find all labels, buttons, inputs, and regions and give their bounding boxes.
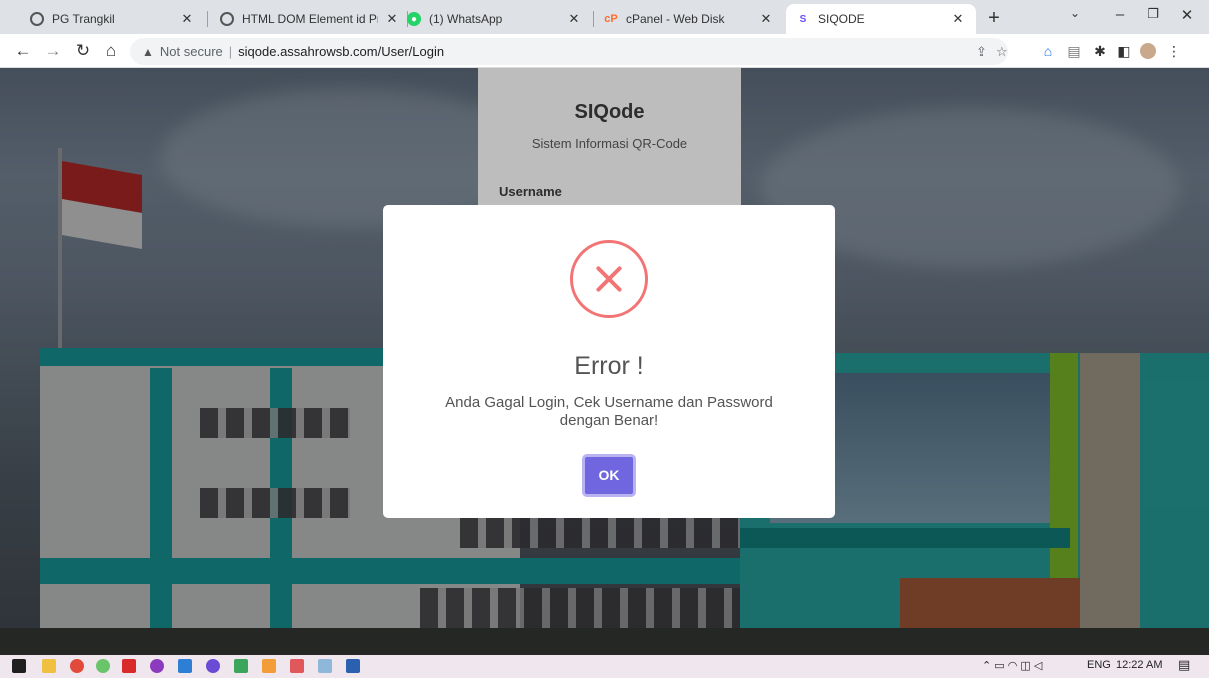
warning-icon: ▲ (142, 44, 154, 59)
taskbar: ⌃ ▭ ◠ ◫ ◁ ENG 12:22 AM ▤ (0, 655, 1209, 678)
login-card: SIQode Sistem Informasi QR-Code Username (478, 68, 741, 218)
app-icon[interactable] (150, 659, 164, 673)
back-button[interactable]: ← (12, 41, 34, 61)
tab-label: HTML DOM Element id Prop (242, 12, 378, 26)
tab-label: SIQODE (818, 12, 865, 26)
menu-icon[interactable]: ⋮ (1166, 43, 1182, 59)
close-icon[interactable]: ✕ (566, 11, 582, 27)
page-content: SIQode Sistem Informasi QR-Code Username… (0, 68, 1209, 655)
divider: | (228, 44, 233, 59)
close-icon[interactable]: ✕ (758, 11, 774, 27)
bookmark-star-icon[interactable]: ☆ (996, 44, 1008, 60)
error-dialog: Error ! Anda Gagal Login, Cek Username d… (383, 205, 835, 518)
browser-toolbar: ← → ↻ ⌂ ▲ Not secure | siqode.assahrowsb… (0, 34, 1209, 68)
dialog-message: Anda Gagal Login, Cek Username dan Passw… (445, 394, 773, 429)
system-tray-icons[interactable]: ⌃ ▭ ◠ ◫ ◁ (982, 659, 1042, 672)
tab-strip: PG Trangkil ✕ HTML DOM Element id Prop ✕… (0, 0, 1209, 34)
home-button[interactable]: ⌂ (100, 41, 122, 61)
tab-cpanel[interactable]: cP cPanel - Web Disk ✕ (594, 4, 784, 34)
close-icon[interactable]: ✕ (179, 11, 195, 27)
tab-pg-trangkil[interactable]: PG Trangkil ✕ (20, 4, 205, 34)
error-icon (570, 240, 648, 318)
tab-separator (207, 11, 208, 27)
restore-button[interactable]: ❐ (1138, 6, 1168, 22)
share-icon[interactable]: ⇪ (976, 44, 987, 60)
ok-button[interactable]: OK (582, 454, 636, 497)
app-icon[interactable] (206, 659, 220, 673)
extension-icon[interactable]: ⌂ (1040, 43, 1056, 59)
close-icon[interactable]: ✕ (950, 11, 966, 27)
dialog-title: Error ! (574, 352, 644, 380)
file-explorer-icon[interactable] (42, 659, 56, 673)
app-icon[interactable] (96, 659, 110, 673)
forward-button[interactable]: → (42, 41, 64, 61)
clock[interactable]: 12:22 AM (1116, 659, 1162, 671)
new-tab-button[interactable]: + (982, 7, 1006, 30)
globe-icon (220, 12, 234, 26)
app-icon[interactable] (262, 659, 276, 673)
side-panel-icon[interactable]: ◧ (1116, 43, 1132, 59)
url-text: siqode.assahrowsb.com/User/Login (238, 44, 445, 59)
tab-label: cPanel - Web Disk (626, 12, 725, 26)
reload-button[interactable]: ↻ (72, 41, 94, 61)
tab-html-dom[interactable]: HTML DOM Element id Prop ✕ (210, 4, 410, 34)
app-icon[interactable] (234, 659, 248, 673)
minimize-button[interactable]: – (1105, 6, 1135, 23)
tab-siqode[interactable]: S SIQODE ✕ (786, 4, 976, 34)
tab-whatsapp[interactable]: ● (1) WhatsApp ✕ (397, 4, 592, 34)
reader-icon[interactable]: ▤ (1066, 43, 1082, 59)
cpanel-icon: cP (604, 13, 618, 25)
globe-icon (30, 12, 44, 26)
windows-start-icon[interactable] (12, 659, 26, 673)
security-label: Not secure (159, 44, 223, 59)
app-icon[interactable] (122, 659, 136, 673)
login-title: SIQode (574, 101, 645, 123)
chrome-icon[interactable] (70, 659, 84, 673)
word-icon[interactable] (346, 659, 360, 673)
address-bar[interactable]: ▲ Not secure | siqode.assahrowsb.com/Use… (130, 38, 1008, 65)
extensions-puzzle-icon[interactable]: ✱ (1092, 43, 1108, 59)
app-icon[interactable] (318, 659, 332, 673)
tab-search-icon[interactable]: ⌄ (1060, 6, 1090, 20)
vscode-icon[interactable] (178, 659, 192, 673)
username-label: Username (499, 184, 562, 199)
login-subtitle: Sistem Informasi QR-Code (531, 136, 688, 151)
avatar[interactable] (1140, 43, 1156, 59)
language-indicator[interactable]: ENG (1087, 659, 1111, 671)
notification-icon[interactable]: ▤ (1178, 657, 1190, 673)
close-window-button[interactable]: ✕ (1172, 6, 1202, 24)
siqode-icon: S (799, 13, 807, 25)
app-icon[interactable] (290, 659, 304, 673)
whatsapp-icon: ● (407, 12, 421, 26)
tab-label: PG Trangkil (52, 12, 115, 26)
tab-label: (1) WhatsApp (429, 12, 503, 26)
